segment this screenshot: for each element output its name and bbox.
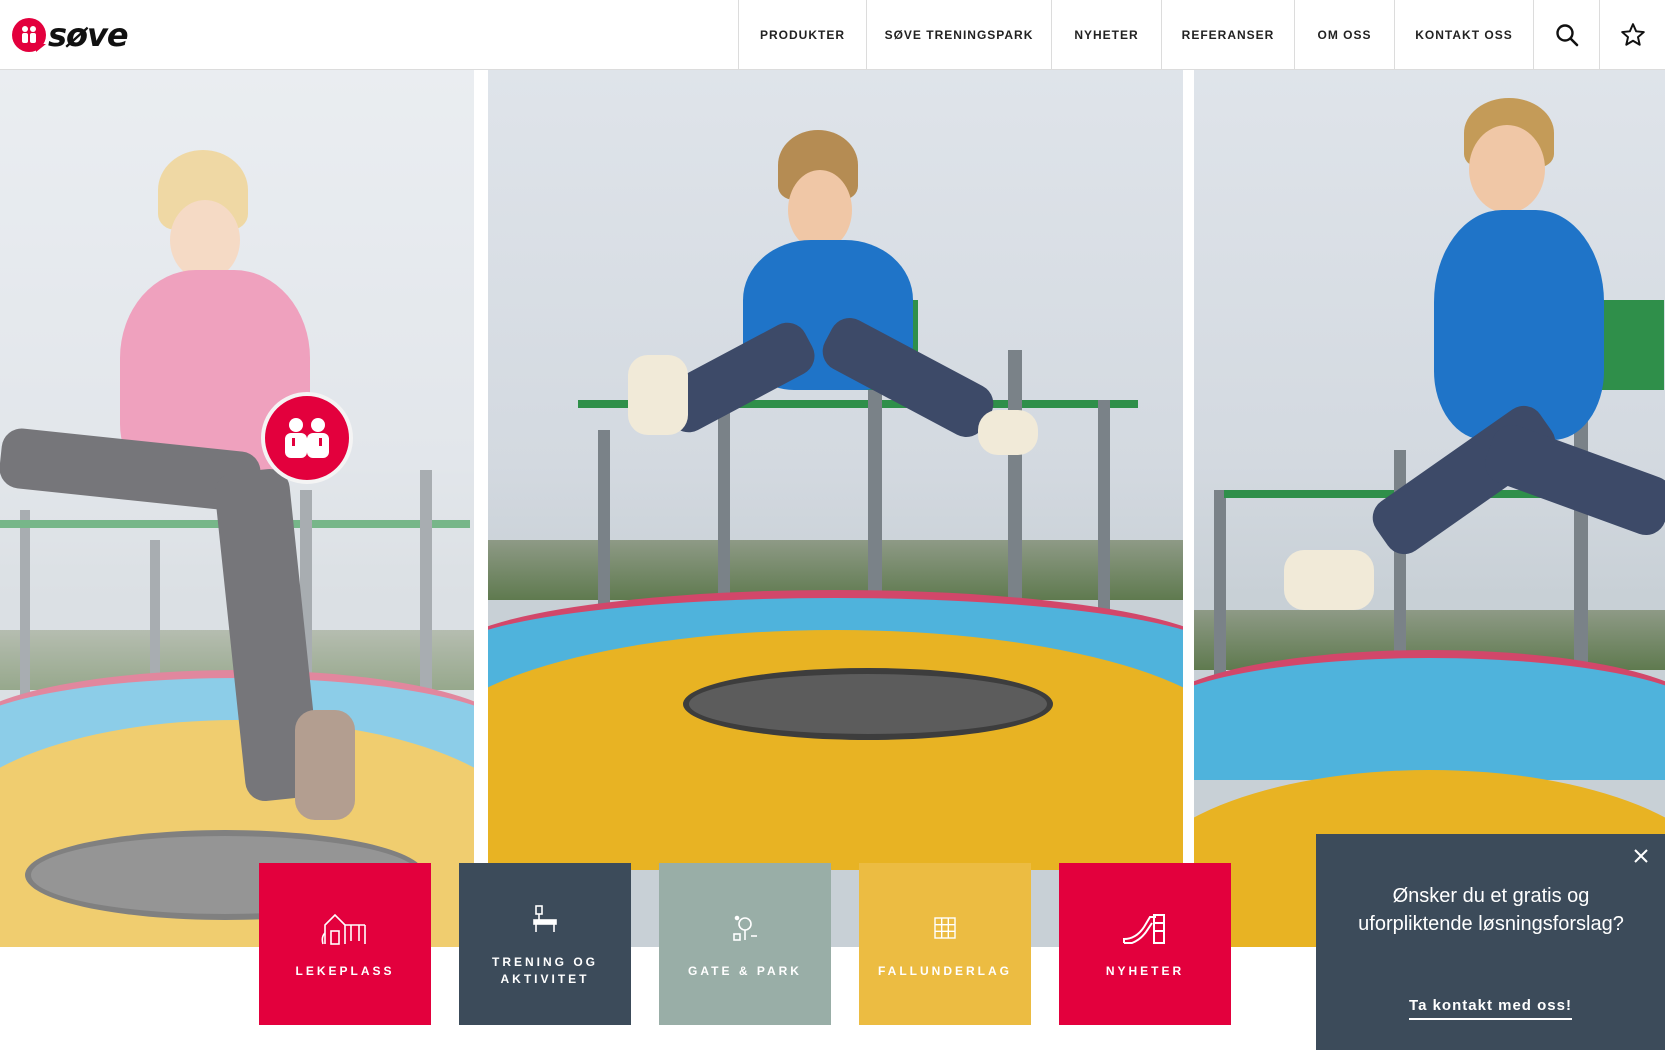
favorites-button[interactable] xyxy=(1599,0,1665,69)
nav-kontakt-oss[interactable]: KONTAKT OSS xyxy=(1394,0,1533,69)
tile-gate-park[interactable]: GATE & PARK xyxy=(659,863,831,1025)
logo-mark-icon xyxy=(12,18,46,52)
tile-trening[interactable]: TRENING OG AKTIVITET xyxy=(459,863,631,1025)
popup-question: Ønsker du et gratis og uforpliktende løs… xyxy=(1358,885,1624,935)
tile-nyheter[interactable]: NYHETER xyxy=(1059,863,1231,1025)
search-button[interactable] xyxy=(1533,0,1599,69)
tile-fallunderlag-label: FALLUNDERLAG xyxy=(878,963,1012,978)
boy-jumping-photo xyxy=(488,70,1183,947)
boy-running-photo xyxy=(1194,70,1665,947)
girl-jumping-photo xyxy=(0,70,474,947)
logo-text: søve xyxy=(48,16,129,54)
nav-treningspark[interactable]: SØVE TRENINGSPARK xyxy=(866,0,1051,69)
contact-us-link[interactable]: Ta kontakt med oss! xyxy=(1409,997,1572,1020)
tiles-grid-icon xyxy=(933,909,957,947)
nav-referanser[interactable]: REFERANSER xyxy=(1161,0,1294,69)
contact-popup: Ønsker du et gratis og uforpliktende løs… xyxy=(1316,834,1665,1050)
main-nav: PRODUKTER SØVE TRENINGSPARK NYHETER REFE… xyxy=(738,0,1665,69)
tile-nyheter-label: NYHETER xyxy=(1105,963,1185,978)
star-icon xyxy=(1620,22,1645,46)
tile-gate-park-label: GATE & PARK xyxy=(688,963,802,978)
slide-icon xyxy=(1122,909,1168,947)
tile-lekeplass[interactable]: LEKEPLASS xyxy=(259,863,431,1025)
nav-om-oss[interactable]: OM OSS xyxy=(1294,0,1394,69)
tile-lekeplass-label: LEKEPLASS xyxy=(295,963,395,978)
close-popup-button[interactable] xyxy=(1629,844,1653,868)
site-logo[interactable]: søve xyxy=(12,16,129,54)
playhouse-icon xyxy=(321,909,369,947)
kids-badge xyxy=(261,392,353,484)
category-tiles: LEKEPLASS TRENING OG AKTIVITET GATE & PA… xyxy=(259,863,1231,1025)
kids-icon xyxy=(285,418,329,458)
fitness-bench-icon xyxy=(532,900,558,938)
search-icon xyxy=(1555,23,1578,46)
tile-fallunderlag[interactable]: FALLUNDERLAG xyxy=(859,863,1031,1025)
site-header: søve PRODUKTER SØVE TRENINGSPARK NYHETER… xyxy=(0,0,1665,70)
nav-nyheter[interactable]: NYHETER xyxy=(1051,0,1161,69)
close-icon xyxy=(1634,849,1648,863)
nav-produkter[interactable]: PRODUKTER xyxy=(738,0,866,69)
park-tree-icon xyxy=(731,909,759,947)
hero-gallery xyxy=(0,70,1665,947)
tile-trening-label: TRENING OG AKTIVITET xyxy=(491,955,598,986)
